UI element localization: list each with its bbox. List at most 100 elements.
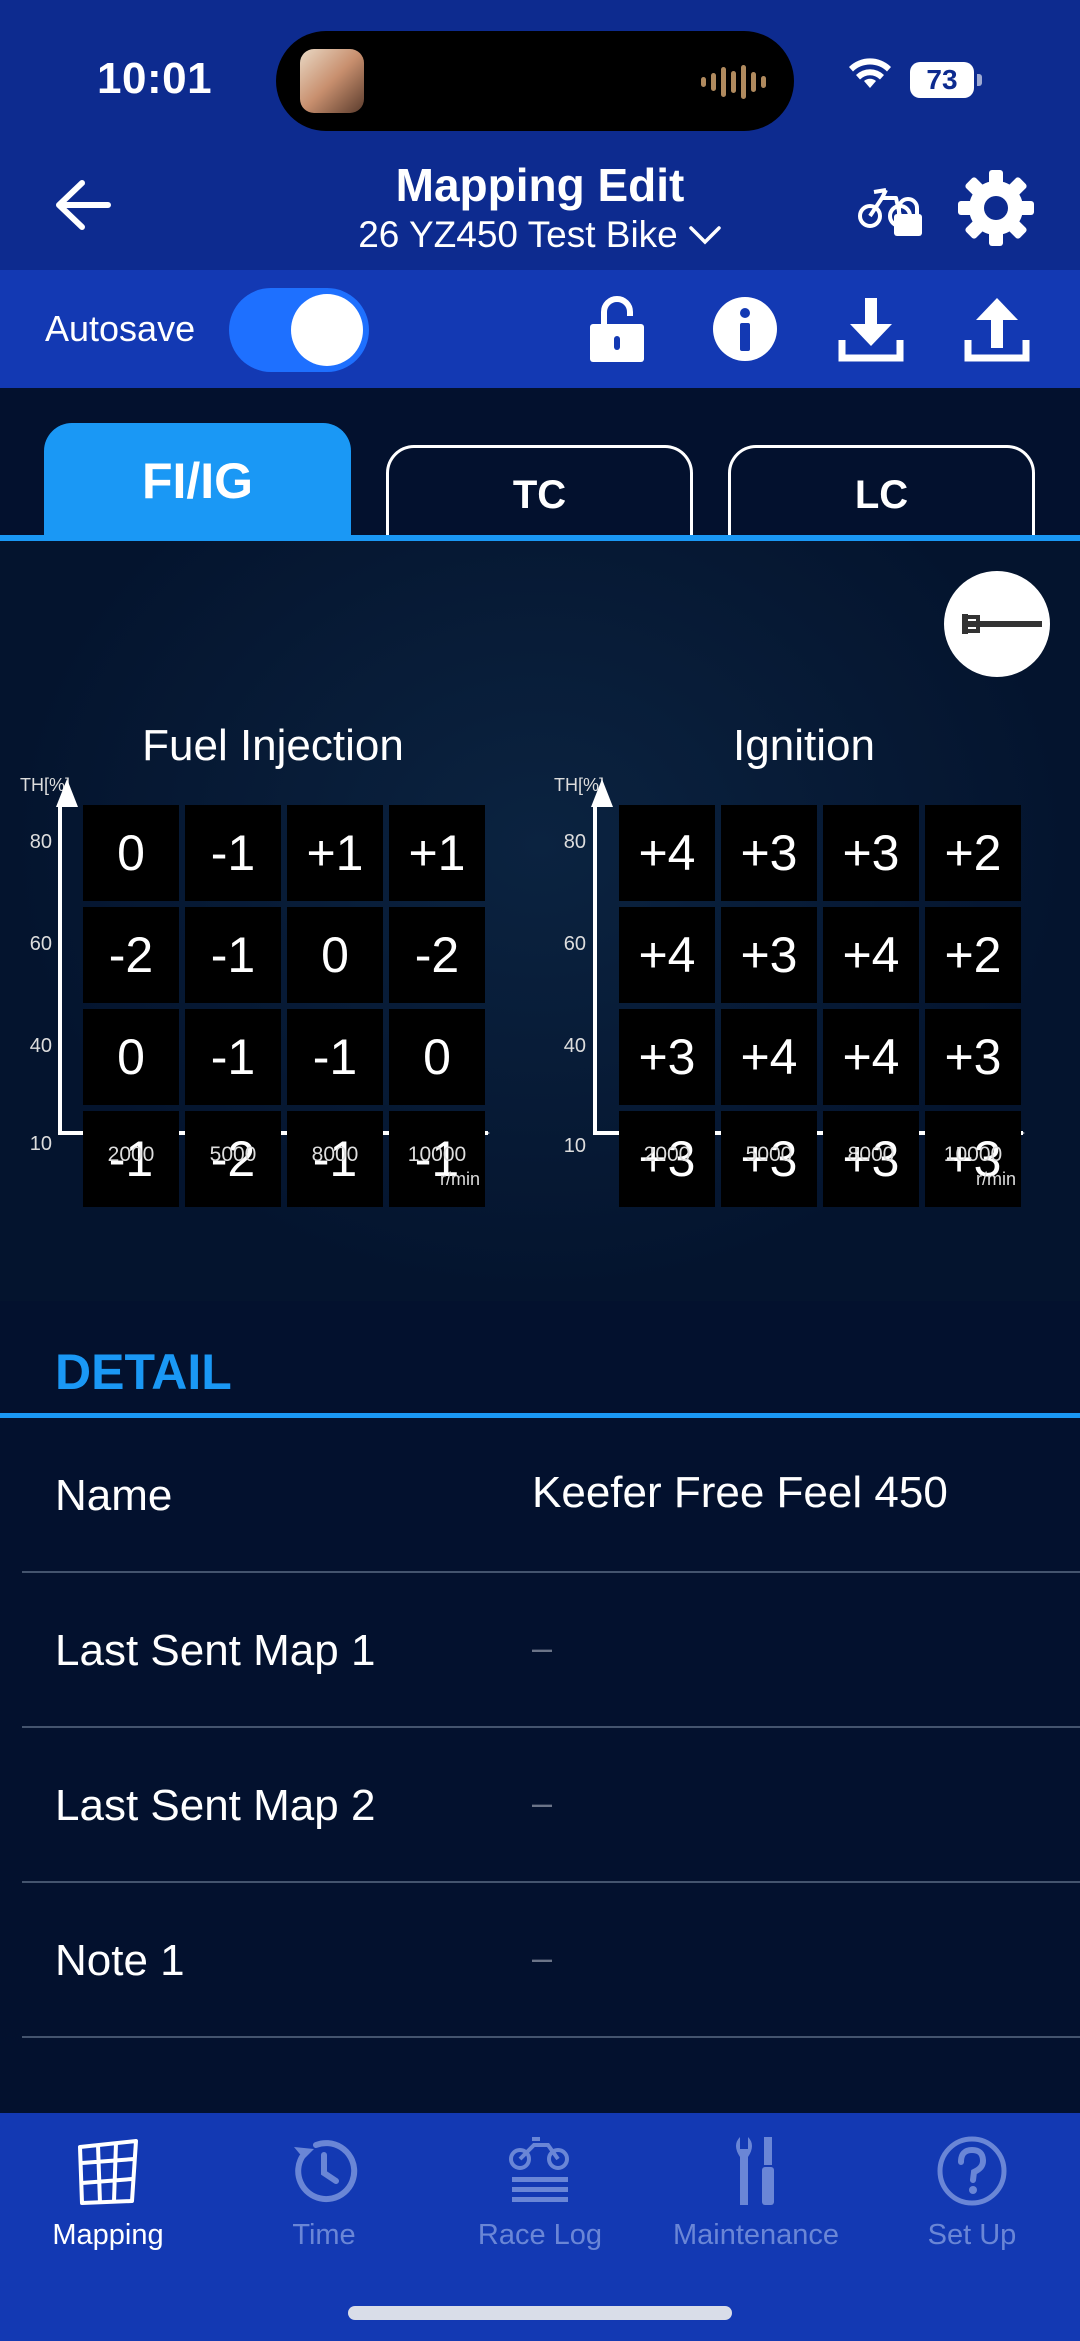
- bike-lock-icon[interactable]: [856, 178, 926, 240]
- ignition-cell[interactable]: +2: [925, 907, 1021, 1003]
- ignition-cell[interactable]: +3: [823, 805, 919, 901]
- tab-fi-ig[interactable]: FI/IG: [44, 423, 351, 540]
- dynamic-island: [276, 31, 794, 131]
- fuel-x-unit: r/min: [440, 1169, 480, 1189]
- detail-row-last-sent-map-1[interactable]: Last Sent Map 1 –: [22, 1573, 1080, 1728]
- audio-wave-icon: [701, 65, 766, 99]
- tabbar-time[interactable]: Time: [216, 2133, 432, 2273]
- tabbar-label: Mapping: [52, 2219, 164, 2251]
- fuel-y-axis-arrow: [56, 779, 78, 807]
- app-header: 10:01 73 Mapping Edit 26 YZ450 Test Bike: [0, 0, 1080, 270]
- ignition-y-axis-arrow: [591, 779, 613, 807]
- fuel-x-tick: 8000: [311, 1143, 359, 1166]
- detail-label: Last Sent Map 1: [55, 1626, 376, 1675]
- detail-row-last-sent-map-2[interactable]: Last Sent Map 2 –: [22, 1728, 1080, 1883]
- ignition-y-tick: 60: [563, 933, 586, 955]
- fuel-cell[interactable]: -2: [83, 907, 179, 1003]
- ignition-y-tick: 80: [563, 831, 586, 853]
- ignition-cell[interactable]: +4: [823, 907, 919, 1003]
- detail-label: Last Sent Map 2: [55, 1781, 376, 1830]
- fuel-cell[interactable]: -1: [287, 1009, 383, 1105]
- ignition-x-tick: 2000: [643, 1143, 691, 1166]
- ignition-x-tick: 5000: [745, 1143, 793, 1166]
- map-grid-icon: [78, 2139, 138, 2205]
- detail-row-name[interactable]: Name Keefer Free Feel 450: [22, 1418, 1080, 1573]
- detail-value: –: [532, 1937, 553, 1978]
- fuel-cell[interactable]: 0: [287, 907, 383, 1003]
- fuel-cell[interactable]: 0: [83, 805, 179, 901]
- ignition-x-tick: 8000: [847, 1143, 895, 1166]
- gear-icon[interactable]: [956, 168, 1036, 248]
- ignition-cell[interactable]: +4: [721, 1009, 817, 1105]
- detail-row-note-1[interactable]: Note 1 –: [22, 1883, 1080, 2038]
- tabbar-label: Time: [292, 2219, 356, 2251]
- wifi-icon: [849, 58, 891, 88]
- fuel-cell[interactable]: +1: [287, 805, 383, 901]
- fuel-injection-map: Fuel Injection TH[%] 80 60 40 10 0 -1 +1…: [0, 721, 500, 1281]
- fuel-cell[interactable]: -1: [185, 805, 281, 901]
- ignition-map: Ignition TH[%] 80 60 40 10 +4 +3 +3 +2 +…: [534, 721, 1054, 1281]
- autosave-toggle[interactable]: [229, 288, 369, 372]
- tab-lc[interactable]: LC: [728, 445, 1035, 540]
- home-indicator: [348, 2306, 732, 2320]
- maps-section: Fuel Injection TH[%] 80 60 40 10 0 -1 +1…: [0, 541, 1080, 1301]
- ignition-cell[interactable]: +3: [721, 907, 817, 1003]
- ignition-cell[interactable]: +3: [925, 1009, 1021, 1105]
- fuel-map-title: Fuel Injection: [142, 721, 404, 770]
- tabbar-race-log[interactable]: Race Log: [432, 2133, 648, 2273]
- ignition-cell[interactable]: +4: [619, 907, 715, 1003]
- ignition-cell[interactable]: +4: [823, 1009, 919, 1105]
- fuel-cell[interactable]: -1: [185, 907, 281, 1003]
- detail-label: Name: [55, 1471, 173, 1520]
- ignition-cell[interactable]: +4: [619, 805, 715, 901]
- detail-header: DETAIL: [0, 1301, 1080, 1419]
- download-icon[interactable]: [836, 294, 906, 364]
- detail-value: –: [532, 1627, 553, 1668]
- toggle-knob: [291, 294, 363, 366]
- ignition-cell[interactable]: +2: [925, 805, 1021, 901]
- help-circle-icon: [937, 2136, 1007, 2206]
- fuel-x-tick: 10000: [407, 1143, 467, 1166]
- detail-value: –: [532, 1782, 553, 1823]
- info-icon[interactable]: [710, 294, 780, 364]
- detail-list: Name Keefer Free Feel 450 Last Sent Map …: [0, 1418, 1080, 2113]
- tabbar-maintenance[interactable]: Maintenance: [648, 2133, 864, 2273]
- tabbar-label: Set Up: [927, 2219, 1017, 2251]
- detail-value: Keefer Free Feel 450: [532, 1468, 948, 1517]
- ignition-y-tick: 40: [563, 1035, 586, 1057]
- ignition-cell[interactable]: +3: [619, 1009, 715, 1105]
- tools-icon: [736, 2137, 774, 2205]
- ignition-y-tick: 10: [563, 1135, 586, 1157]
- fuel-cell[interactable]: 0: [389, 1009, 485, 1105]
- tabbar-label: Race Log: [477, 2219, 603, 2251]
- tab-tc[interactable]: TC: [386, 445, 693, 540]
- fuel-cell[interactable]: -1: [185, 1009, 281, 1105]
- ignition-x-tick: 10000: [943, 1143, 1003, 1166]
- fuel-cell[interactable]: -2: [389, 907, 485, 1003]
- unlock-icon[interactable]: [582, 294, 652, 364]
- fuel-cell[interactable]: 0: [83, 1009, 179, 1105]
- fuel-x-tick: 5000: [209, 1143, 257, 1166]
- toolbar: Autosave: [0, 270, 1080, 388]
- tabbar-set-up[interactable]: Set Up: [864, 2133, 1080, 2273]
- autosave-label: Autosave: [45, 308, 196, 349]
- status-time: 10:01: [97, 54, 213, 103]
- detail-title: DETAIL: [55, 1344, 232, 1400]
- fuel-x-tick: 2000: [107, 1143, 155, 1166]
- fuel-y-tick: 80: [29, 831, 52, 853]
- tabbar-mapping[interactable]: Mapping: [0, 2133, 216, 2273]
- now-playing-artwork: [300, 49, 364, 113]
- bike-log-icon: [509, 2137, 569, 2202]
- ignition-x-unit: r/min: [976, 1169, 1016, 1189]
- chevron-down-icon: [689, 226, 721, 245]
- tabbar-label: Maintenance: [672, 2219, 840, 2251]
- adjust-slider-button[interactable]: [944, 571, 1050, 677]
- ignition-y-axis: [593, 805, 597, 1135]
- ignition-cell[interactable]: +3: [721, 805, 817, 901]
- fuel-y-tick: 60: [29, 933, 52, 955]
- ignition-map-title: Ignition: [733, 721, 875, 770]
- upload-icon[interactable]: [962, 294, 1032, 364]
- fuel-cell[interactable]: +1: [389, 805, 485, 901]
- battery-indicator: 73: [910, 62, 982, 98]
- fuel-y-axis: [58, 805, 62, 1135]
